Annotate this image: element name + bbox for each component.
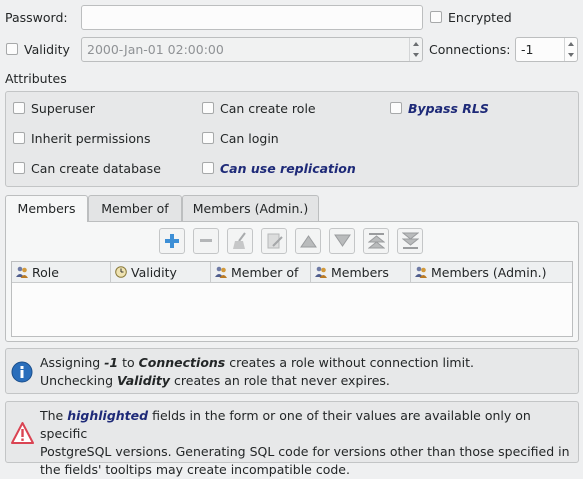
move-top-button[interactable] bbox=[363, 228, 389, 254]
validity-checkbox[interactable] bbox=[6, 43, 18, 55]
tab-members[interactable]: Members bbox=[5, 195, 88, 222]
column-header-role[interactable]: Role bbox=[12, 262, 111, 283]
tab-members-admin[interactable]: Members (Admin.) bbox=[182, 195, 319, 221]
can-create-role-checkbox[interactable] bbox=[202, 102, 214, 114]
warning-line-2: PostgreSQL versions. Generating SQL code… bbox=[40, 444, 570, 459]
move-up-button[interactable] bbox=[295, 228, 321, 254]
validity-spinner[interactable] bbox=[409, 38, 422, 61]
spin-down-icon[interactable] bbox=[413, 53, 419, 57]
validity-value: 2000-Jan-01 02:00:00 bbox=[87, 42, 224, 57]
warning-text: The highlighted fields in the form or on… bbox=[40, 407, 578, 479]
add-icon bbox=[165, 234, 179, 248]
can-create-database-label: Can create database bbox=[31, 161, 161, 176]
warning-line-3: the fields' tooltips may create incompat… bbox=[40, 462, 350, 477]
column-header-members[interactable]: Members bbox=[311, 262, 411, 283]
validity-datetime-field[interactable]: 2000-Jan-01 02:00:00 bbox=[81, 37, 423, 62]
can-use-replication-label: Can use replication bbox=[220, 161, 356, 176]
info-line-1: Assigning -1 to Connections creates a ro… bbox=[40, 355, 474, 370]
bypass-rls-checkbox[interactable] bbox=[390, 102, 402, 114]
add-button[interactable] bbox=[159, 228, 185, 254]
info-text: Assigning -1 to Connections creates a ro… bbox=[40, 354, 474, 390]
spin-up-icon[interactable] bbox=[568, 42, 574, 46]
inherit-permissions-label: Inherit permissions bbox=[31, 131, 151, 146]
users-icon bbox=[315, 266, 327, 278]
info-message: Assigning -1 to Connections creates a ro… bbox=[5, 348, 579, 394]
can-create-database-checkbox[interactable] bbox=[13, 162, 25, 174]
tab-member-of[interactable]: Member of bbox=[88, 195, 182, 221]
bypass-rls-label: Bypass RLS bbox=[408, 101, 489, 116]
info-line-2: Unchecking Validity creates an role that… bbox=[40, 373, 390, 388]
clear-button[interactable] bbox=[227, 228, 253, 254]
move-down-button[interactable] bbox=[329, 228, 355, 254]
can-login-label: Can login bbox=[220, 131, 279, 146]
users-icon bbox=[16, 266, 28, 278]
column-label-members: Members bbox=[331, 265, 389, 280]
users-icon bbox=[215, 266, 227, 278]
users-icon bbox=[415, 266, 427, 278]
warning-icon bbox=[11, 422, 34, 444]
superuser-label: Superuser bbox=[31, 101, 95, 116]
clear-icon bbox=[233, 232, 246, 249]
column-header-members-admin[interactable]: Members (Admin.) bbox=[411, 262, 572, 283]
can-login-checkbox[interactable] bbox=[202, 132, 214, 144]
validity-label: Validity bbox=[24, 42, 70, 57]
move-down-icon bbox=[334, 234, 351, 247]
move-bottom-button[interactable] bbox=[397, 228, 423, 254]
edit-button[interactable] bbox=[261, 228, 287, 254]
encrypted-checkbox[interactable] bbox=[430, 11, 442, 23]
warning-message: The highlighted fields in the form or on… bbox=[5, 401, 579, 477]
attributes-title: Attributes bbox=[5, 71, 67, 86]
connections-spinbox[interactable]: -1 bbox=[515, 37, 578, 62]
connections-spinner[interactable] bbox=[564, 38, 577, 61]
move-up-icon bbox=[300, 235, 317, 248]
remove-button[interactable] bbox=[193, 228, 219, 254]
column-label-validity: Validity bbox=[131, 265, 177, 280]
column-label-members-admin: Members (Admin.) bbox=[431, 265, 547, 280]
column-label-role: Role bbox=[32, 265, 59, 280]
remove-icon bbox=[200, 239, 212, 242]
spin-up-icon[interactable] bbox=[413, 42, 419, 46]
encrypted-label: Encrypted bbox=[448, 10, 512, 25]
spin-down-icon[interactable] bbox=[568, 53, 574, 57]
edit-icon bbox=[267, 233, 283, 249]
connections-label: Connections: bbox=[429, 42, 511, 57]
connections-value: -1 bbox=[521, 42, 534, 57]
column-label-member-of: Member of bbox=[231, 265, 299, 280]
move-bottom-icon bbox=[402, 232, 419, 249]
can-use-replication-checkbox[interactable] bbox=[202, 162, 214, 174]
move-top-icon bbox=[368, 233, 385, 249]
column-header-validity[interactable]: Validity bbox=[111, 262, 211, 283]
password-label: Password: bbox=[5, 10, 68, 25]
password-field[interactable] bbox=[81, 5, 423, 30]
column-header-member-of[interactable]: Member of bbox=[211, 262, 311, 283]
inherit-permissions-checkbox[interactable] bbox=[13, 132, 25, 144]
superuser-checkbox[interactable] bbox=[13, 102, 25, 114]
can-create-role-label: Can create role bbox=[220, 101, 316, 116]
info-icon bbox=[11, 361, 33, 383]
clock-icon bbox=[115, 266, 127, 278]
warning-line-1: The highlighted fields in the form or on… bbox=[40, 408, 531, 441]
